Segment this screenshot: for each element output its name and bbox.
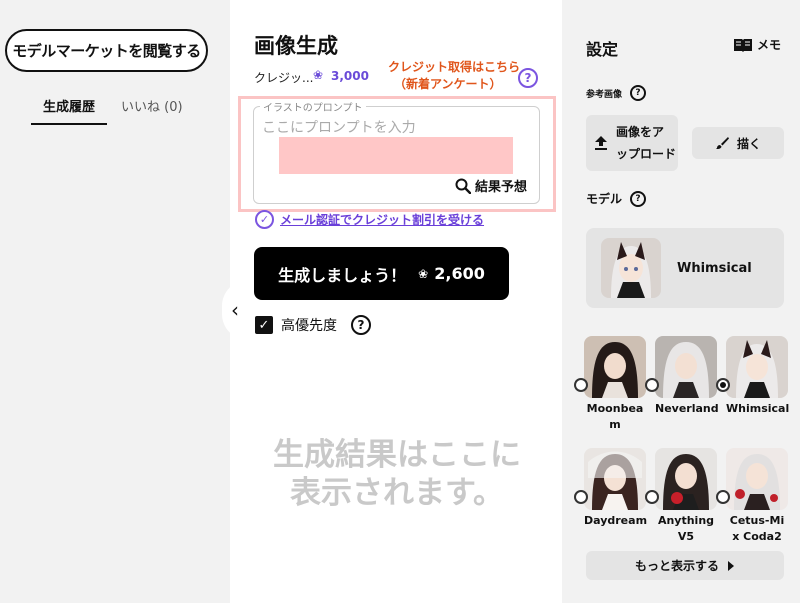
credit-icon: ❀ [418, 266, 429, 281]
selected-model-card[interactable]: Whimsical [586, 228, 784, 308]
model-thumbnail [584, 448, 646, 510]
model-option[interactable]: Cetus-Mi x Coda2 [716, 448, 788, 545]
model-market-button[interactable]: モデルマーケットを閲覧する [5, 29, 208, 72]
redacted-area [279, 137, 513, 174]
credit-icon: ❀ [313, 68, 324, 82]
reference-image-text: 参考画像 [586, 89, 623, 100]
memo-label: メモ [757, 38, 782, 52]
model-option[interactable]: Moonbea m [574, 336, 646, 433]
upload-label-line1: 画像をア [616, 125, 665, 139]
predict-result-label: 結果予想 [475, 180, 528, 195]
model-name-line1: Moonbea [586, 402, 644, 415]
reference-help-icon[interactable]: ? [630, 85, 647, 101]
model-name-line1: Anything [657, 514, 715, 527]
predict-result-button[interactable]: 結果予想 [455, 176, 527, 195]
model-radio[interactable] [645, 490, 659, 504]
prompt-placeholder: ここにプロンプトを入力 [262, 120, 416, 136]
model-thumbnail [584, 336, 646, 398]
model-name-line1: Daydream [584, 514, 648, 527]
tab-likes[interactable]: いいね (0) [121, 94, 195, 125]
model-name-line1: Cetus-Mi [729, 514, 785, 527]
result-placeholder: 生成結果はここに 表示されます。 [262, 436, 532, 512]
model-thumbnail [655, 448, 717, 510]
selected-model-name: Whimsical [677, 260, 752, 276]
page-title: 画像生成 [254, 34, 338, 58]
left-panel [0, 0, 230, 603]
tab-generation-history[interactable]: 生成履歴 [31, 94, 108, 125]
prompt-legend: イラストのプロンプト [260, 99, 366, 114]
show-more-label: もっと表示する [634, 559, 719, 573]
model-option[interactable]: Anything V5 [645, 448, 717, 545]
email-verify-link[interactable]: メール認証でクレジット割引を受ける [280, 211, 484, 228]
model-name: Moonbea m [584, 401, 646, 433]
get-credits-link[interactable]: クレジット取得はこちら （新着アンケート） [388, 59, 520, 93]
high-priority-checkbox[interactable]: ✓ [255, 316, 273, 334]
model-option[interactable]: Neverland [645, 336, 719, 417]
memo-button[interactable]: メモ [733, 36, 781, 53]
model-name: Daydream [584, 513, 648, 529]
draw-button[interactable]: 描く [692, 127, 784, 159]
model-radio[interactable] [645, 378, 659, 392]
model-name-line2: V5 [677, 530, 695, 543]
model-thumbnail [726, 448, 788, 510]
model-name: Cetus-Mi x Coda2 [726, 513, 788, 545]
search-icon [455, 178, 471, 194]
high-priority-row: ✓ 高優先度 ? [255, 315, 371, 335]
selected-model-thumbnail [601, 238, 661, 298]
model-thumbnail [655, 336, 717, 398]
model-name-line1: Neverland [655, 402, 719, 415]
result-placeholder-line2: 表示されます。 [290, 475, 504, 511]
priority-help-icon[interactable]: ? [351, 315, 371, 335]
model-name: Neverland [655, 401, 719, 417]
credit-balance: 3,000 [331, 69, 369, 83]
upload-icon [595, 136, 607, 150]
upload-image-button[interactable]: 画像をア ップロード [586, 115, 678, 171]
model-radio-selected[interactable] [716, 378, 730, 392]
model-name-line2: m [609, 418, 621, 431]
chevron-left-icon: ‹ [231, 298, 239, 322]
upload-label-line2: ップロード [616, 147, 677, 161]
high-priority-label: 高優先度 [281, 318, 337, 334]
model-radio[interactable] [716, 490, 730, 504]
model-radio[interactable] [574, 490, 588, 504]
model-option[interactable]: Daydream [574, 448, 648, 529]
model-name: Whimsical [726, 401, 790, 417]
model-name-line2: x Coda2 [732, 530, 782, 543]
draw-label: 描く [736, 136, 761, 151]
reference-image-label: 参考画像 ? [586, 85, 647, 101]
model-option[interactable]: Whimsical [716, 336, 790, 417]
history-tabs: 生成履歴 いいね (0) [31, 94, 195, 125]
model-name: Anything V5 [655, 513, 717, 545]
credit-help-icon[interactable]: ? [518, 68, 538, 88]
caret-right-icon [728, 560, 734, 571]
model-name-line1: Whimsical [726, 402, 790, 415]
generate-cost: ❀ 2,600 [418, 264, 485, 283]
show-more-button[interactable]: もっと表示する [586, 551, 784, 580]
model-help-icon[interactable]: ? [630, 190, 647, 207]
result-placeholder-line1: 生成結果はここに [273, 437, 521, 473]
check-circle-icon: ✓ [255, 210, 274, 229]
generate-label: 生成しましょう！ [278, 265, 407, 285]
model-thumbnail [726, 336, 788, 398]
model-label: モデル ? [586, 190, 647, 207]
generate-button[interactable]: 生成しましょう！ ❀ 2,600 [254, 247, 509, 300]
email-verify-row[interactable]: ✓ メール認証でクレジット割引を受ける [255, 210, 484, 229]
credit-label: クレジッ... [254, 71, 314, 85]
model-radio[interactable] [574, 378, 588, 392]
settings-title: 設定 [586, 40, 619, 59]
model-label-text: モデル [586, 192, 623, 206]
brush-icon [715, 137, 729, 149]
get-credits-link-line1: クレジット取得はこちら [388, 60, 521, 74]
get-credits-link-line2: （新着アンケート） [394, 77, 502, 91]
generate-cost-value: 2,600 [434, 264, 485, 283]
book-icon [734, 38, 752, 52]
